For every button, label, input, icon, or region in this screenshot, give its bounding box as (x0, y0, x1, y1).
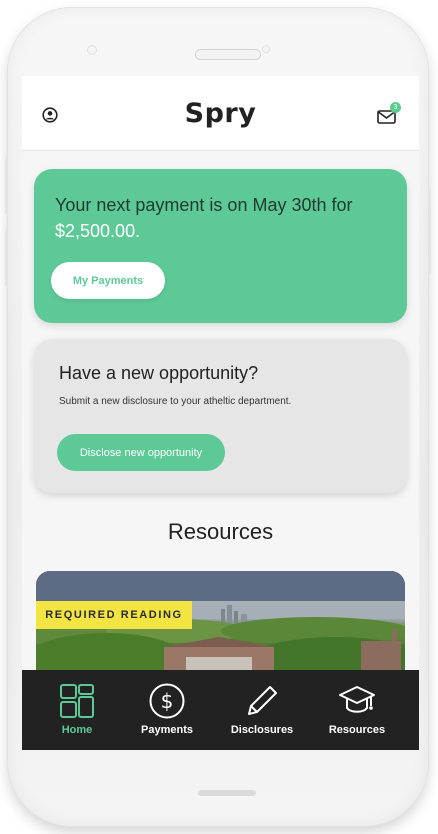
home-indicator (198, 790, 256, 796)
opportunity-title: Have a new opportunity? (59, 363, 259, 383)
app-logo: Spry (184, 98, 257, 129)
resource-card[interactable]: REQUIRED READING (36, 571, 405, 681)
nav-home[interactable]: Home (31, 670, 123, 750)
nav-disclosures-label: Disclosures (230, 724, 294, 736)
home-grid-icon (60, 684, 94, 718)
nav-payments-label: Payments (141, 724, 193, 736)
required-reading-badge: REQUIRED READING (36, 601, 192, 629)
nav-resources[interactable]: Resources (311, 670, 403, 750)
nav-resources-label: Resources (328, 724, 386, 736)
new-opportunity-card: Have a new opportunity? Submit a new dis… (34, 339, 407, 493)
speaker-grille (195, 49, 261, 60)
resources-heading: Resources (167, 519, 274, 544)
opportunity-subtitle: Submit a new disclosure to your atheltic… (59, 396, 292, 407)
notification-badge: 3 (390, 102, 401, 113)
bottom-navigation: Home $ Payments Disclosures Resources (22, 670, 419, 750)
side-button (428, 188, 431, 274)
pencil-icon (248, 686, 277, 715)
inbox-button[interactable]: 3 (376, 102, 401, 126)
nav-home-label: Home (61, 724, 93, 736)
sensor (262, 45, 270, 53)
payment-date-text: Your next payment is on May 30th for (55, 195, 353, 215)
next-payment-text: Your next payment is on May 30th for $2,… (55, 192, 395, 244)
svg-text:$: $ (161, 689, 174, 713)
my-payments-button[interactable]: My Payments (51, 262, 165, 299)
dollar-circle-icon: $ (149, 683, 185, 719)
graduation-cap-icon (339, 686, 375, 713)
app-bar: Spry 3 (22, 76, 419, 151)
disclose-opportunity-button[interactable]: Disclose new opportunity (57, 434, 225, 471)
side-button (5, 156, 8, 214)
nav-disclosures[interactable]: Disclosures (216, 670, 308, 750)
next-payment-card: Your next payment is on May 30th for $2,… (34, 169, 407, 323)
side-button (5, 228, 8, 286)
payment-amount: $2,500.00. (55, 221, 141, 241)
nav-payments[interactable]: $ Payments (121, 670, 213, 750)
app-screen: Spry 3 Your next payment is on May 30th … (22, 76, 419, 750)
front-camera (87, 45, 97, 55)
